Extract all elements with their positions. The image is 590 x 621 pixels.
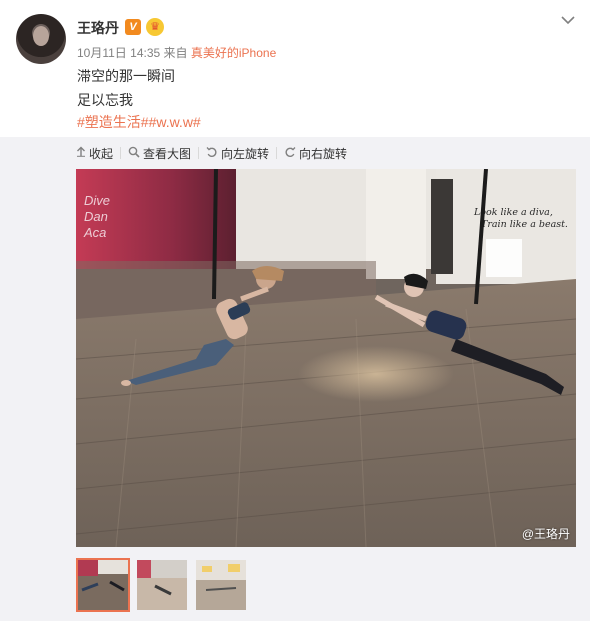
post-meta: 10月11日 14:35 来自 真美好的iPhone — [77, 44, 276, 61]
post-time[interactable]: 10月11日 14:35 — [77, 46, 160, 60]
magnifier-icon — [128, 146, 140, 161]
avatar[interactable] — [16, 14, 66, 64]
chevron-down-icon[interactable] — [560, 14, 576, 26]
rotate-left-button[interactable]: 向左旋转 — [206, 145, 269, 162]
weibo-post: 王珞丹 V ♛ 10月11日 14:35 来自 真美好的iPhone 滞空的那一… — [0, 0, 590, 621]
divider — [276, 147, 278, 159]
rotate-right-button[interactable]: 向右旋转 — [284, 145, 347, 162]
thumbnail-1[interactable] — [76, 558, 130, 612]
divider — [120, 147, 122, 159]
arrow-up-icon — [76, 146, 86, 160]
hashtag-link[interactable]: #塑造生活# — [77, 114, 149, 130]
view-large-label: 查看大图 — [143, 146, 192, 161]
author-name[interactable]: 王珞丹 — [77, 18, 119, 38]
hashtag-link[interactable]: #w.w.w# — [149, 114, 201, 130]
wall-text-line: Dive — [84, 193, 110, 208]
wall-text-line: Train like a beast. — [481, 219, 568, 230]
thumbnail-3[interactable] — [194, 558, 248, 612]
thumbnail-strip — [76, 558, 248, 612]
crown-icon: ♛ — [146, 18, 164, 36]
collapse-label: 收起 — [89, 146, 114, 161]
rotate-right-icon — [284, 146, 296, 161]
verified-icon: V — [125, 19, 141, 35]
divider — [198, 147, 200, 159]
rotate-left-icon — [206, 146, 218, 161]
post-photo[interactable]: Dive Dan Aca Look like a diva, Train lik… — [76, 169, 576, 547]
rotate-right-label: 向右旋转 — [299, 146, 348, 161]
dance-studio-photo: Dive Dan Aca Look like a diva, Train lik… — [76, 169, 576, 547]
post-tags: #塑造生活##w.w.w# — [77, 112, 201, 132]
post-source[interactable]: 真美好的iPhone — [191, 46, 276, 60]
rotate-left-label: 向左旋转 — [221, 146, 270, 161]
thumbnail-2[interactable] — [135, 558, 189, 612]
source-prefix: 来自 — [163, 46, 188, 60]
wall-text-line: Aca — [83, 225, 106, 240]
wall-text-line: Dan — [84, 209, 108, 224]
collapse-button[interactable]: 收起 — [76, 145, 113, 162]
view-large-button[interactable]: 查看大图 — [128, 145, 191, 162]
media-toolbar: 收起 查看大图 向左旋转 向右旋转 — [76, 144, 347, 162]
photo-watermark: @王珞丹 — [521, 527, 570, 541]
post-text-line: 足以忘我 — [77, 92, 133, 108]
post-text-line: 滞空的那一瞬间 — [77, 68, 175, 84]
